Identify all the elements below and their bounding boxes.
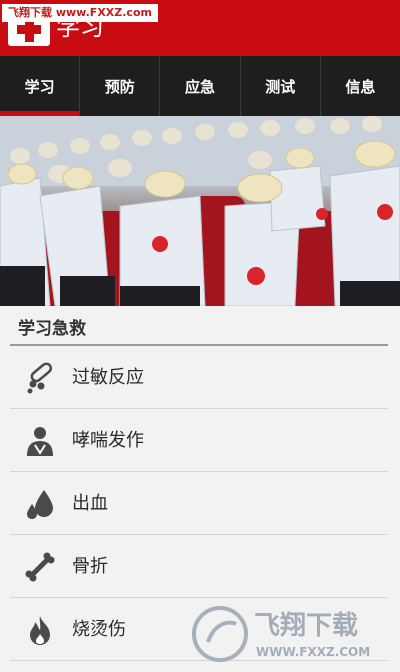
watermark-top-brand: 飞翔下载 <box>8 6 52 19</box>
tab-prevention[interactable]: 预防 <box>80 56 161 116</box>
list-item-label: 骨折 <box>72 556 108 577</box>
section-title: 学习急救 <box>18 319 86 339</box>
tab-study[interactable]: 学习 <box>0 56 81 116</box>
tab-test[interactable]: 测试 <box>241 56 321 116</box>
watermark-logo-icon <box>192 606 248 662</box>
bone-icon <box>25 552 55 582</box>
watermark-top-url: www.FXXZ.com <box>55 6 152 19</box>
tab-emergency[interactable]: 应急 <box>160 56 241 116</box>
person-icon <box>27 427 53 456</box>
main-nav: 学习 预防 应急 测试 信息 <box>0 56 400 116</box>
list-item-asthma[interactable]: 哮喘发作 <box>10 409 388 472</box>
flame-icon <box>30 616 50 645</box>
list-item-fracture[interactable]: 骨折 <box>10 535 388 598</box>
app-screen: 学习 飞翔下载 www.FXXZ.com 学习 预防 应急 测试 信息 学习急救… <box>0 0 400 672</box>
watermark-top: 飞翔下载 www.FXXZ.com <box>2 4 158 22</box>
app-header: 学习 飞翔下载 www.FXXZ.com <box>0 0 400 56</box>
list-item-label: 出血 <box>72 493 108 514</box>
watermark-bottom-brand: 飞翔下载 <box>254 611 358 641</box>
list-item-label: 过敏反应 <box>72 367 144 388</box>
list-item-label: 哮喘发作 <box>72 430 144 451</box>
tab-info[interactable]: 信息 <box>321 56 400 116</box>
watermark-bottom: 飞翔下载 WWW.FXXZ.COM <box>192 606 370 662</box>
list-item-bleeding[interactable]: 出血 <box>10 472 388 535</box>
pills-icon <box>27 362 53 394</box>
list-item-allergy[interactable]: 过敏反应 <box>10 346 388 409</box>
banner-photo <box>0 116 400 306</box>
list-item-label: 烧烫伤 <box>72 619 126 640</box>
watermark-bottom-url: WWW.FXXZ.COM <box>256 645 370 659</box>
blood-drop-icon <box>27 490 53 519</box>
